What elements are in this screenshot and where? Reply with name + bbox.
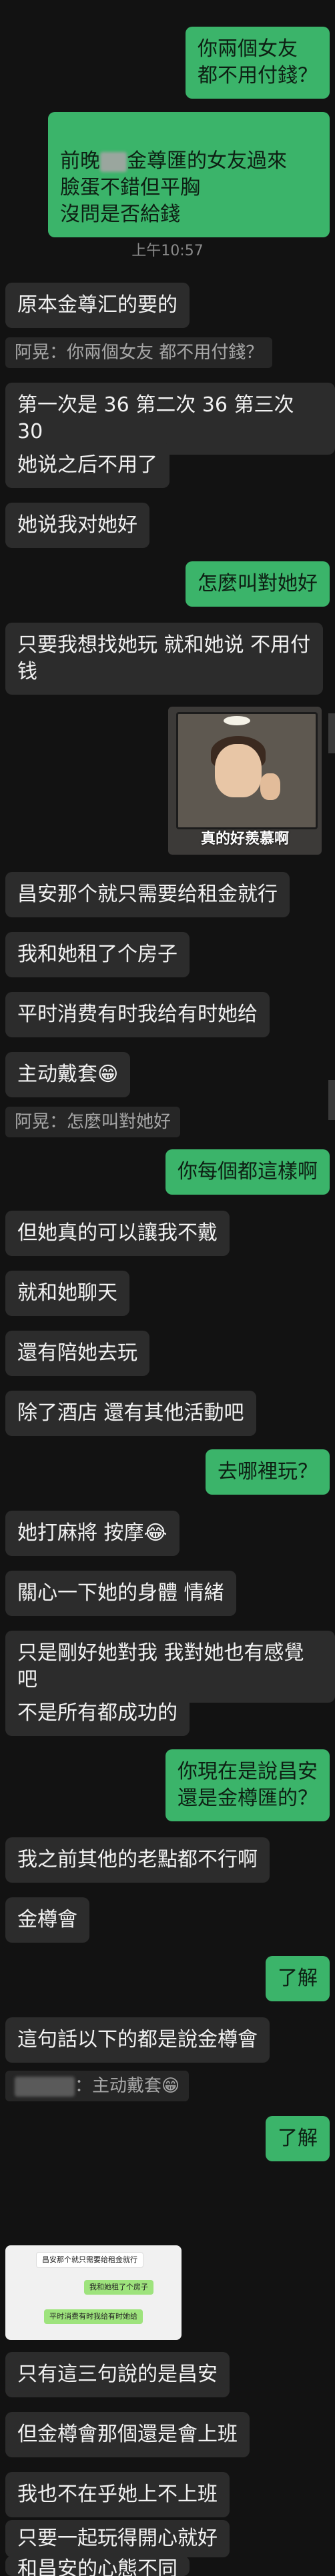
message-bubble[interactable]: 她说之后不用了	[5, 443, 170, 488]
message-bubble[interactable]: 不是所有都成功的	[5, 1691, 190, 1736]
message-bubble[interactable]: 我和她租了个房子	[5, 932, 190, 977]
sticker-image[interactable]: 真的好羨慕啊	[168, 707, 322, 855]
message-bubble[interactable]: 她说我对她好	[5, 503, 149, 548]
message-bubble[interactable]: 還有陪她去玩	[5, 1331, 149, 1376]
quoted-reply[interactable]: 阿晃：怎麼叫對她好	[5, 1107, 181, 1137]
sticker-child-face	[215, 744, 262, 797]
message-bubble[interactable]: 但她真的可以讓我不戴	[5, 1211, 230, 1256]
message-bubble[interactable]: 金樽會	[5, 1897, 89, 1943]
message-bubble[interactable]: 我也不在乎她上不上班	[5, 2472, 230, 2517]
message-bubble[interactable]: 了解	[266, 1956, 330, 2001]
message-bubble[interactable]: 原本金尊汇的要的	[5, 283, 190, 328]
quoted-reply[interactable]: ：主动戴套😁	[5, 2071, 190, 2101]
message-bubble[interactable]: 我之前其他的老點都不行啊	[5, 1837, 270, 1883]
redaction-blur	[100, 151, 127, 172]
quoted-reply[interactable]: 阿晃：你兩個女友 都不用付錢？	[5, 337, 273, 368]
message-bubble[interactable]: 除了酒店 還有其他活動吧	[5, 1391, 256, 1436]
redaction-blur	[15, 2076, 75, 2097]
message-bubble[interactable]: 平时消费有时我给有时她给	[5, 992, 270, 1037]
thumbnail-bubble: 平时消费有时我给有时她给	[44, 2309, 143, 2324]
message-bubble[interactable]: 只要一起玩得開心就好	[5, 2520, 230, 2557]
thumbnail-bubble: 我和她租了个房子	[84, 2280, 153, 2295]
message-bubble[interactable]: 只要我想找她玩 就和她说 不用付 钱	[5, 623, 323, 695]
message-bubble[interactable]: 她打麻將 按摩😂	[5, 1511, 180, 1556]
scroll-edge-marker	[328, 1080, 335, 1120]
message-bubble[interactable]: 你現在是說昌安 還是金樽匯的？	[165, 1749, 330, 1821]
message-bubble[interactable]: 只有這三句說的是昌安	[5, 2352, 230, 2397]
message-bubble[interactable]: 和昌安的心態不同	[5, 2556, 190, 2576]
quoted-text: ：主动戴套😁	[75, 2076, 180, 2096]
message-bubble[interactable]: 怎麼叫對她好	[186, 561, 330, 607]
sticker-caption: 真的好羨慕啊	[200, 831, 289, 847]
thumbnail-bubble: 昌安那个就只需要给租金就行	[36, 2252, 143, 2268]
scroll-edge-marker	[328, 713, 335, 753]
message-bubble[interactable]: 這句話以下的都是說金樽會	[5, 2017, 270, 2063]
message-bubble[interactable]: 但金樽會那個還是會上班	[5, 2412, 250, 2457]
message-bubble[interactable]: 你每個都這樣啊	[165, 1149, 330, 1195]
message-bubble[interactable]: 了解	[266, 2116, 330, 2161]
message-bubble[interactable]: 你兩個女友 都不用付錢？	[186, 27, 330, 99]
message-bubble[interactable]: 關心一下她的身體 情緒	[5, 1571, 236, 1616]
message-bubble[interactable]: 前晚 金尊匯的女友過來 臉蛋不錯但平胸 沒問是否給錢	[48, 112, 330, 237]
message-bubble[interactable]: 昌安那个就只需要给租金就行	[5, 872, 290, 917]
screenshot-thumbnail[interactable]: 昌安那个就只需要给租金就行 我和她租了个房子 平时消费有时我给有时她给	[5, 2245, 182, 2340]
message-text: 前晚	[60, 149, 100, 173]
message-bubble[interactable]: 就和她聊天	[5, 1271, 129, 1316]
sticker-lamp	[224, 716, 250, 725]
sticker-hand	[260, 773, 280, 800]
timestamp: 上午10:57	[131, 243, 204, 259]
message-bubble[interactable]: 去哪裡玩？	[206, 1449, 330, 1495]
message-bubble[interactable]: 主动戴套😁	[5, 1052, 131, 1097]
